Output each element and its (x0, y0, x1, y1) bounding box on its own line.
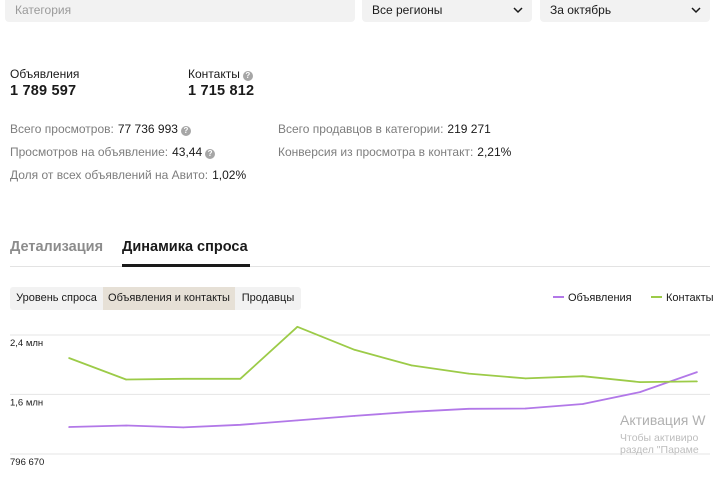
data-point (639, 391, 641, 393)
info-icon[interactable]: ? (242, 71, 253, 81)
stat-value: 2,21% (477, 145, 512, 159)
chevron-down-icon (691, 7, 701, 14)
data-point (68, 426, 70, 428)
data-point (239, 377, 242, 380)
segment-ads-contacts[interactable]: Объявления и контакты (103, 287, 235, 310)
stat-value: 77 736 993 (117, 122, 178, 136)
chevron-down-icon (513, 7, 523, 14)
contacts-label: Контакты (188, 67, 240, 81)
stat-label: Конверсия из просмотра в контакт: (278, 145, 474, 159)
period-value: За октябрь (550, 3, 612, 17)
period-select[interactable]: За октябрь (540, 0, 710, 22)
data-point (182, 426, 184, 429)
region-select[interactable]: Все регионы (362, 0, 532, 22)
data-point (125, 424, 127, 427)
stat-label: Просмотров на объявление: (10, 145, 169, 159)
ads-value: 1 789 597 (10, 83, 77, 99)
data-point (239, 424, 242, 426)
data-point (524, 377, 527, 380)
contacts-value: 1 715 812 (188, 83, 255, 99)
y-tick-label: 2,4 млн (10, 338, 43, 349)
tab-demand[interactable]: Динамика спроса (122, 239, 248, 255)
stat-value: 219 271 (447, 122, 491, 136)
activation-watermark: Активация W Чтобы активиро раздел "Парам… (620, 412, 705, 456)
tab-detail[interactable]: Детализация (10, 239, 103, 255)
stat-label: Всего продавцов в категории: (278, 122, 444, 136)
segment-sellers[interactable]: Продавцы (235, 287, 301, 310)
stat-sellers: Всего продавцов в категории: 219 271 (278, 122, 491, 136)
active-tab-indicator (122, 264, 250, 267)
data-point (410, 411, 413, 413)
data-point (696, 371, 698, 373)
data-point (696, 380, 698, 383)
data-point (582, 375, 584, 377)
info-icon[interactable]: ? (205, 149, 216, 159)
stat-share: Доля от всех объявлений на Авито: 1,02% (10, 168, 246, 182)
data-point (353, 415, 356, 417)
legend-item-ads: Объявления (553, 292, 632, 304)
stat-value: 43,44 (172, 145, 203, 159)
demand-line-chart: 2,4 млн 1,6 млн 796 670 (10, 325, 710, 468)
stat-value: 1,02% (212, 168, 247, 182)
contacts-label-group: Контакты? (188, 67, 253, 81)
stat-label: Всего просмотров: (10, 122, 114, 136)
legend-swatch-ads (553, 296, 564, 298)
watermark-title: Активация W (620, 412, 706, 428)
data-point (582, 403, 584, 405)
data-point (467, 408, 470, 410)
legend-swatch-contacts (651, 296, 662, 298)
data-point (68, 357, 70, 359)
y-tick-label: 1,6 млн (10, 397, 43, 408)
data-point (296, 419, 299, 422)
data-point (524, 407, 527, 410)
segment-demand-level[interactable]: Уровень спроса (10, 287, 103, 310)
category-input[interactable]: Категория (5, 0, 355, 22)
series-line (68, 371, 698, 429)
data-point (467, 372, 470, 375)
data-point (353, 349, 356, 351)
y-tick-label: 796 670 (10, 457, 44, 468)
stat-conversion: Конверсия из просмотра в контакт: 2,21% (278, 145, 511, 159)
stat-total-views: Всего просмотров: 77 736 993? (10, 122, 191, 136)
watermark-line: Чтобы активиро (620, 432, 699, 444)
data-point (296, 326, 299, 328)
ads-label: Объявления (10, 67, 80, 81)
region-value: Все регионы (372, 3, 443, 17)
legend-label: Контакты (666, 292, 714, 304)
tabs-divider (10, 266, 710, 267)
legend-item-contacts: Контакты (651, 292, 714, 304)
stat-views-per-ad: Просмотров на объявление: 43,44? (10, 145, 216, 159)
watermark-line: раздел "Параме (620, 444, 699, 456)
data-point (182, 377, 184, 380)
data-point (410, 364, 413, 367)
legend-label: Объявления (568, 292, 632, 304)
data-point (125, 378, 127, 381)
filters-bar: Категория Все регионы За октябрь (0, 0, 720, 23)
info-icon[interactable]: ? (180, 126, 191, 136)
category-placeholder: Категория (15, 3, 72, 17)
stat-label: Доля от всех объявлений на Авито: (10, 168, 209, 182)
data-point (639, 381, 641, 383)
